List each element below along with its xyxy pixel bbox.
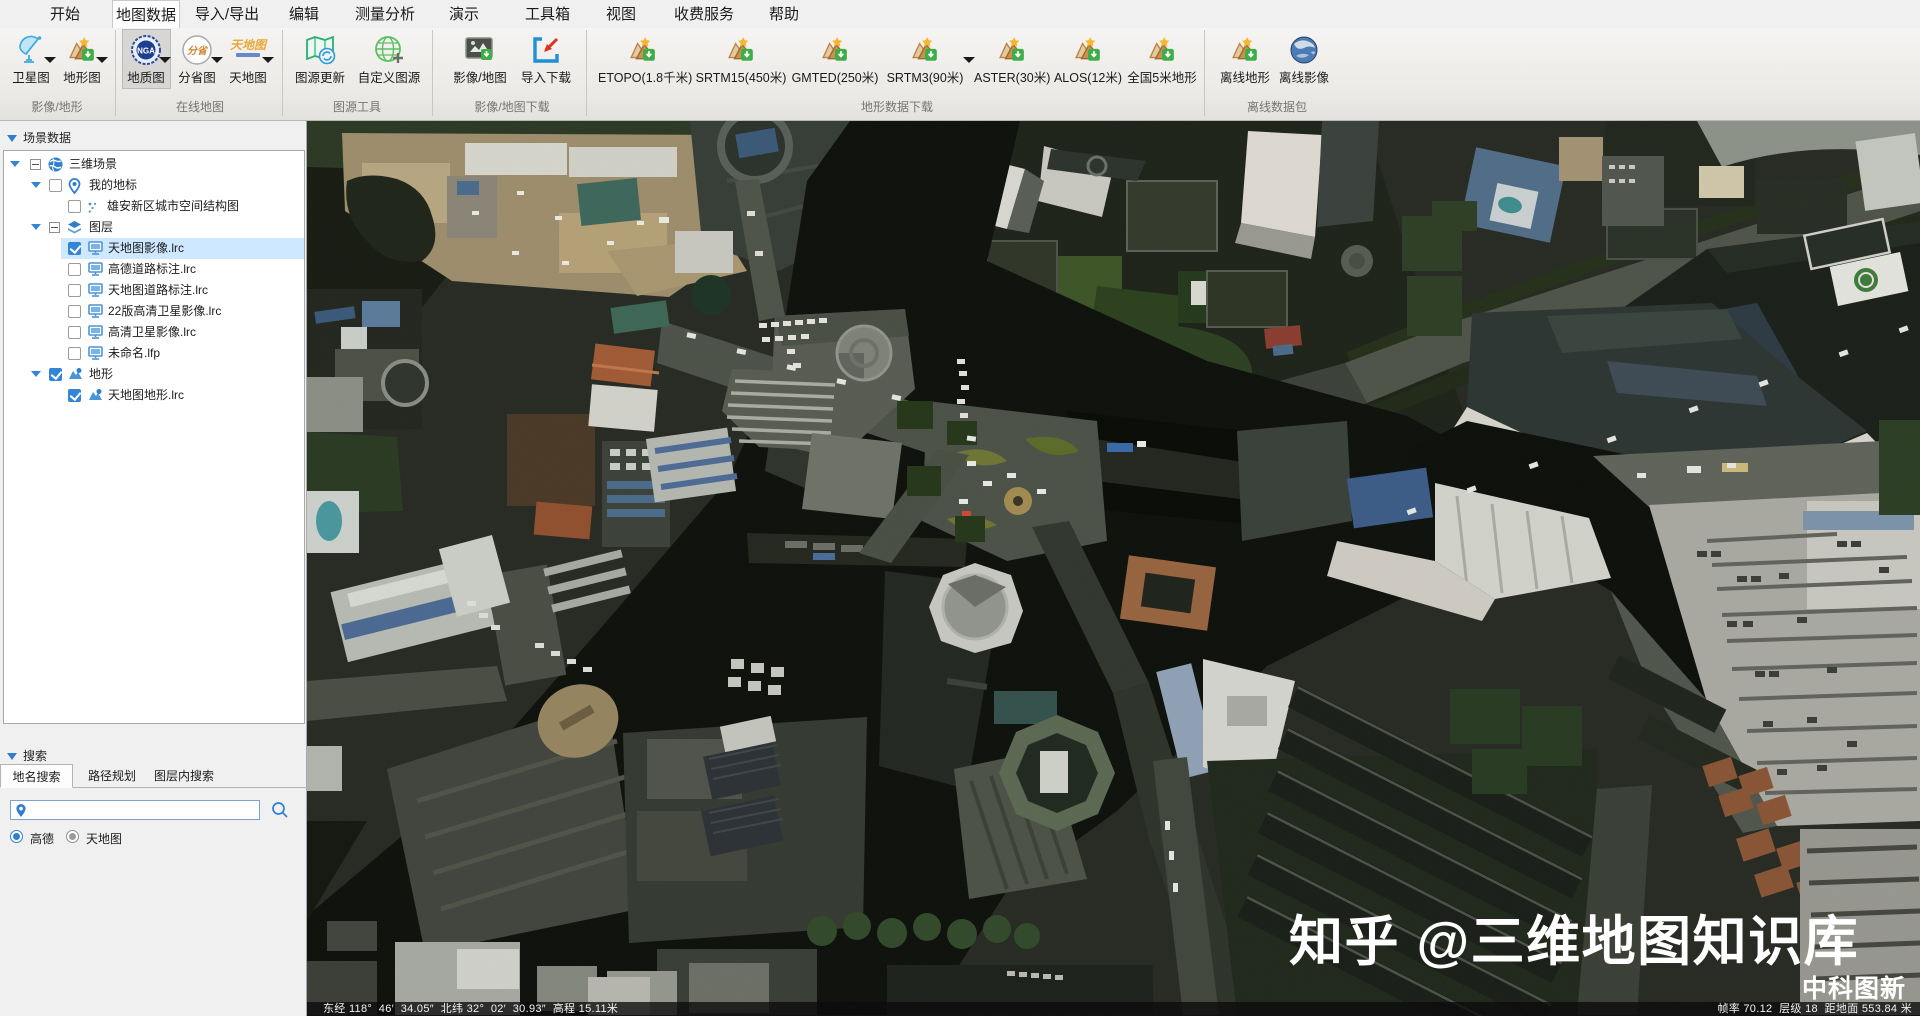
- svg-text:天地图: 天地图: [230, 38, 268, 52]
- svg-text:分省: 分省: [187, 45, 209, 57]
- svg-text:NGA: NGA: [137, 47, 155, 56]
